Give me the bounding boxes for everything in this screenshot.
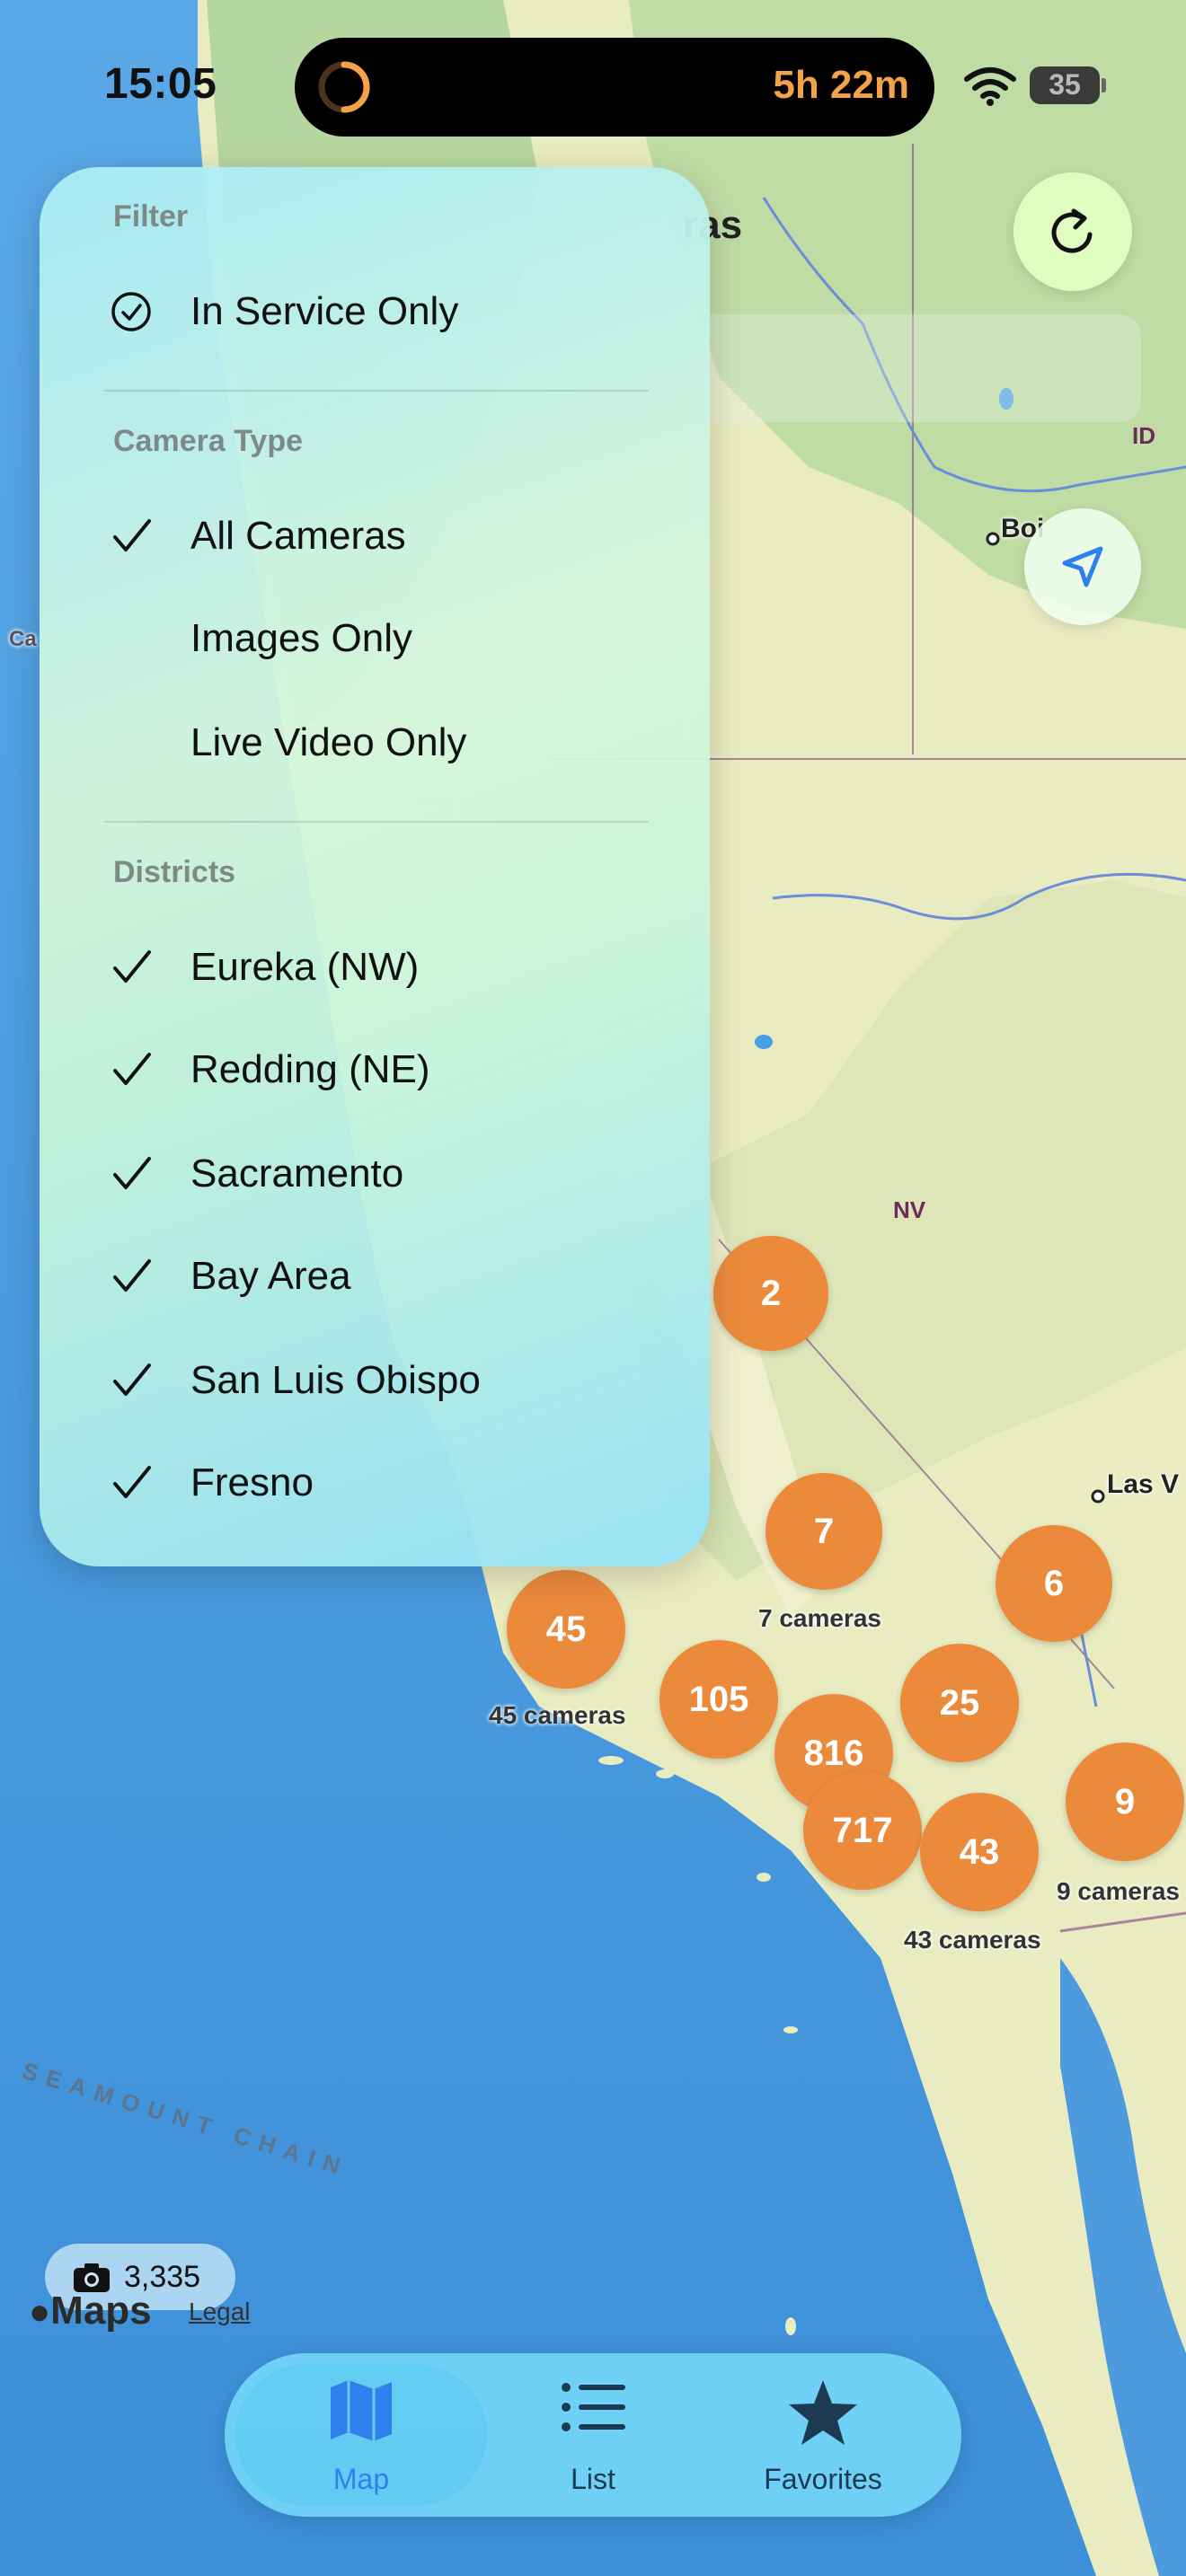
menu-item-label: Fresno [190,1460,314,1504]
checkmark-icon [113,519,151,551]
tab-map[interactable]: Map [244,2353,478,2517]
menu-item-label: Eureka (NW) [190,945,420,989]
checkmark-icon [113,1259,151,1292]
checkmark-icon [113,950,151,983]
location-arrow-icon [1062,546,1103,587]
camera-cluster[interactable]: 43 [920,1793,1039,1911]
tab-label: Favorites [764,2463,882,2495]
tab-favorites[interactable]: Favorites [706,2353,940,2517]
menu-item-bay-area[interactable]: Bay Area [40,1231,710,1320]
camera-cluster[interactable]: 717 [803,1771,922,1890]
menu-divider [104,821,649,823]
camera-cluster[interactable]: 6 [996,1525,1112,1642]
apple-maps-logo: ●Maps [29,2289,152,2333]
tab-label: Map [332,2463,390,2495]
cluster-caption: 9 cameras [1057,1877,1181,1905]
state-label-id: ID [1132,422,1155,449]
dynamic-island[interactable]: 5h 22m [295,38,934,137]
battery-indicator: 35 [1030,66,1107,104]
camera-cluster[interactable]: 105 [659,1640,778,1759]
refresh-button[interactable] [1013,172,1132,291]
checkmark-circle-icon [111,292,151,331]
menu-item-label: Sacramento [190,1151,404,1195]
menu-item-label: San Luis Obispo [190,1358,481,1402]
menu-item-eureka[interactable]: Eureka (NW) [40,922,710,1011]
filter-menu: Filter In Service Only Camera Type All C… [40,167,710,1566]
live-activity-timer: 5h 22m [773,63,909,107]
menu-item-label: Redding (NE) [190,1047,430,1091]
filter-heading: Filter [113,199,189,234]
list-icon [562,2383,625,2431]
legal-link[interactable]: Legal [189,2298,251,2326]
camera-cluster[interactable]: 7 [766,1473,882,1590]
wifi-icon [964,67,1016,106]
map-icon [331,2380,392,2441]
camera-type-heading: Camera Type [113,424,304,458]
menu-item-fresno[interactable]: Fresno [40,1437,710,1527]
city-label-las-vegas: Las V [1107,1469,1180,1499]
star-icon [789,2380,857,2445]
camera-cluster[interactable]: 9 [1066,1742,1184,1861]
state-label-nv: NV [893,1196,926,1223]
checkmark-icon [113,1157,151,1189]
menu-item-san-luis-obispo[interactable]: San Luis Obispo [40,1335,710,1425]
checkmark-icon [113,1053,151,1085]
status-time: 15:05 [104,60,217,108]
camera-cluster[interactable]: 45 [507,1570,625,1689]
menu-item-all-cameras[interactable]: All Cameras [40,490,710,580]
timer-ring-icon [318,61,370,113]
maps-logo-text: Maps [50,2289,152,2333]
menu-item-label: Bay Area [190,1254,351,1298]
menu-item-label: Images Only [190,616,412,660]
districts-heading: Districts [113,855,236,889]
cluster-caption: 43 cameras [904,1926,1041,1954]
tab-label: List [571,2463,615,2495]
menu-item-label: All Cameras [190,514,406,558]
menu-item-label: Live Video Only [190,720,467,764]
menu-item-label: In Service Only [190,289,459,333]
refresh-icon [1051,208,1093,253]
battery-level: 35 [1049,68,1081,101]
locate-me-button[interactable] [1024,508,1141,625]
apple-logo-icon: ● [29,2292,51,2332]
menu-item-images-only[interactable]: Images Only [40,593,710,683]
menu-item-sacramento[interactable]: Sacramento [40,1128,710,1218]
camera-cluster[interactable]: 2 [713,1236,828,1351]
tab-list[interactable]: List [476,2353,710,2517]
menu-item-redding[interactable]: Redding (NE) [40,1024,710,1114]
cluster-caption: 45 cameras [489,1701,626,1729]
city-label-partial: Ca [9,627,37,651]
checkmark-icon [113,1363,151,1396]
menu-divider [104,390,649,392]
menu-item-live-video-only[interactable]: Live Video Only [40,697,710,787]
camera-cluster[interactable]: 25 [900,1644,1019,1762]
menu-item-in-service-only[interactable]: In Service Only [40,266,710,356]
tab-bar: Map List Favorites [225,2353,961,2517]
cluster-caption: 7 cameras [758,1604,882,1632]
checkmark-icon [113,1466,151,1498]
